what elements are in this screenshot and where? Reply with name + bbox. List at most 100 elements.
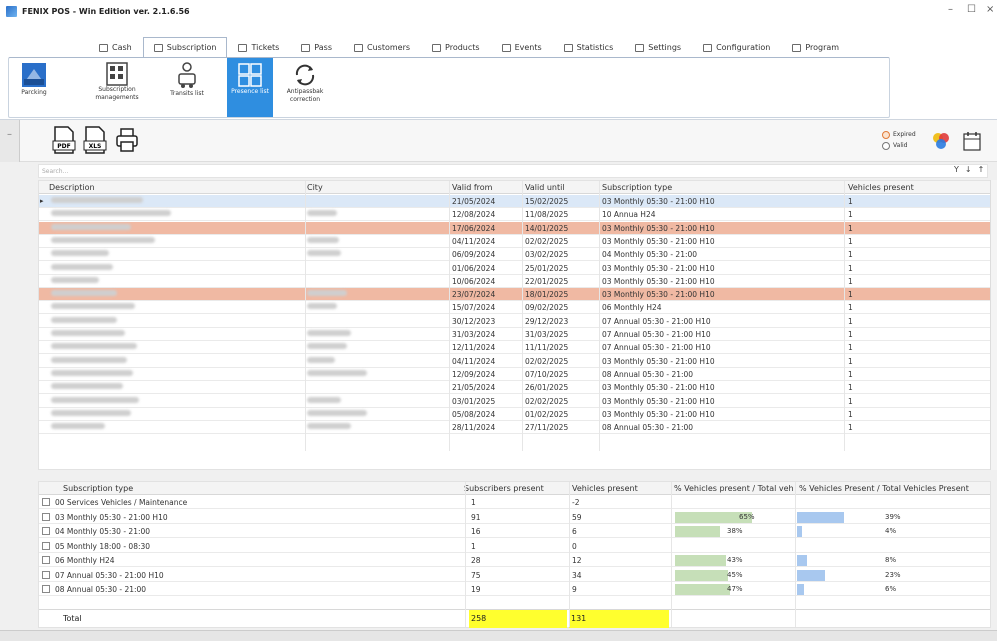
maximize-button[interactable]: ☐ (967, 4, 976, 15)
column-header[interactable]: % Vehicles present / Total veh (674, 484, 797, 493)
column-header[interactable]: Subscription type (602, 183, 672, 192)
subscription-management-button[interactable]: Subscription managements (91, 58, 143, 117)
table-row[interactable]: 28/11/2024 27/11/2025 08 Annual 05:30 - 21… (39, 421, 990, 435)
table-row[interactable]: 15/07/2024 09/02/2025 06 Monthly H24 1 (39, 301, 990, 315)
row-checkbox[interactable] (42, 541, 50, 550)
subscribers-present-cell: 28 (471, 556, 481, 565)
collapse-panel-button[interactable]: – (0, 120, 20, 162)
table-row[interactable]: 10/06/2024 22/01/2025 03 Monthly 05:30 - 2… (39, 275, 990, 288)
table-row[interactable]: 06/09/2024 03/02/2025 04 Monthly 05:30 - 2… (39, 248, 990, 262)
export-pdf-button[interactable]: PDF (52, 126, 76, 154)
vehicles-present-cell: -2 (572, 498, 580, 507)
table-row[interactable]: 05/08/2024 01/02/2025 03 Monthly 05:30 - 2… (39, 408, 990, 421)
summary-row[interactable]: 05 Monthly 18:00 - 08:30 1 0 (39, 540, 990, 553)
redacted-description (51, 223, 131, 230)
summary-row[interactable]: 03 Monthly 05:30 - 21:00 H10 91 59 65% 39% (39, 511, 990, 524)
table-row[interactable]: 04/11/2024 02/02/2025 03 Monthly 05:30 - 2… (39, 235, 990, 248)
row-checkbox[interactable] (42, 498, 50, 506)
expired-radio[interactable] (882, 130, 890, 139)
table-row[interactable]: 21/05/2024 26/01/2025 03 Monthly 05:30 - 2… (39, 381, 990, 395)
table-row[interactable]: ▸ 21/05/2024 15/02/2025 03 Monthly 05:30 - … (39, 195, 990, 208)
redacted-description (51, 383, 123, 390)
settings-icon (635, 43, 645, 52)
summary-row[interactable]: 06 Monthly H24 28 12 43% 8% (39, 554, 990, 567)
table-row[interactable]: 01/06/2024 25/01/2025 03 Monthly 05:30 - 2… (39, 262, 990, 275)
valid-label: Valid (893, 142, 908, 149)
tab-customers[interactable]: Customers (343, 37, 421, 57)
vehicles-present-cell: 1 (848, 409, 853, 419)
presence-list-button[interactable]: Presence list (227, 58, 273, 117)
tab-subscription[interactable]: Subscription (142, 37, 228, 57)
column-header[interactable]: City (307, 183, 323, 192)
arrow-up-icon[interactable]: ↑ (978, 165, 991, 174)
vehicles-present-cell: 1 (848, 276, 853, 286)
tab-program[interactable]: Program (781, 37, 850, 57)
table-row[interactable]: 31/03/2024 31/03/2025 07 Annual 05:30 - 21… (39, 328, 990, 341)
table-row[interactable]: 17/06/2024 14/01/2025 03 Monthly 05:30 - 2… (39, 221, 990, 235)
table-row[interactable]: 12/08/2024 11/08/2025 10 Annua H24 1 (39, 208, 990, 222)
transits-list-button[interactable]: Transits list (161, 58, 213, 117)
vehicles-present-cell: 1 (848, 263, 853, 273)
valid-from-cell: 23/07/2024 (452, 290, 496, 300)
column-header[interactable]: Subscription type (63, 484, 133, 493)
column-header[interactable]: Subscribers present (464, 484, 544, 493)
subscription-type-cell: 07 Annual 05:30 - 21:00 H10 (602, 343, 711, 353)
table-row[interactable]: 23/07/2024 18/01/2025 03 Monthly 05:30 - 2… (39, 288, 990, 302)
subscription-type-cell: 06 Monthly H24 (602, 303, 662, 313)
search-input[interactable]: Search... (38, 164, 988, 178)
table-row[interactable]: 04/11/2024 02/02/2025 03 Monthly 05:30 - 2… (39, 355, 990, 368)
valid-until-cell: 14/01/2025 (525, 223, 569, 233)
antipassback-correction-button[interactable]: Antipassbak correction (277, 58, 333, 117)
redacted-city (307, 290, 347, 297)
tab-statistics[interactable]: Statistics (553, 37, 625, 57)
redacted-description (51, 210, 171, 217)
row-checkbox[interactable] (42, 527, 50, 535)
tab-cash[interactable]: Cash (88, 37, 143, 57)
table-row[interactable]: 03/01/2025 02/02/2025 03 Monthly 05:30 - 2… (39, 395, 990, 408)
table-row[interactable]: 12/09/2024 07/10/2025 08 Annual 05:30 - 21… (39, 368, 990, 381)
xls-icon: XLS (83, 126, 107, 154)
vertical-scrollbar[interactable] (990, 180, 997, 470)
row-checkbox[interactable] (42, 570, 50, 579)
refresh-icon (295, 64, 315, 86)
color-button[interactable] (930, 130, 954, 158)
vehicles-share-value: 6% (885, 585, 897, 593)
tab-events[interactable]: Events (491, 37, 553, 57)
expired-option[interactable]: Expired (882, 129, 916, 140)
export-xls-button[interactable]: XLS (83, 126, 107, 154)
summary-row[interactable]: 04 Monthly 05:30 - 21:00 16 6 38% 4% (39, 525, 990, 538)
row-checkbox[interactable] (42, 585, 50, 593)
column-divider (465, 482, 466, 627)
table-row[interactable]: 12/11/2024 11/11/2025 07 Annual 05:30 - 21… (39, 341, 990, 355)
print-button[interactable] (115, 126, 139, 154)
tab-configuration[interactable]: Configuration (692, 37, 781, 57)
valid-option[interactable]: Valid (882, 140, 916, 151)
filter-icon[interactable]: Y (954, 165, 965, 174)
close-button[interactable]: × (986, 4, 994, 15)
arrow-down-icon[interactable]: ↓ (965, 165, 978, 174)
column-divider (671, 482, 672, 627)
column-header[interactable]: Vehicles present (572, 484, 638, 493)
tab-settings[interactable]: Settings (624, 37, 692, 57)
column-header[interactable]: Description (49, 183, 95, 192)
summary-row[interactable]: 08 Annual 05:30 - 21:00 19 9 47% 6% (39, 583, 990, 596)
row-checkbox[interactable] (42, 512, 50, 521)
column-header[interactable]: Valid until (525, 183, 565, 192)
column-header[interactable]: % Vehicles Present / Total Vehicles Pres… (799, 484, 969, 493)
row-checkbox[interactable] (42, 556, 50, 564)
events-icon (501, 43, 511, 52)
tab-tickets[interactable]: Tickets (227, 37, 290, 57)
tab-pass[interactable]: Pass (290, 37, 343, 57)
subscription-type-cell: 03 Monthly 05:30 - 21:00 H10 (602, 409, 715, 419)
calendar-button[interactable] (962, 130, 986, 158)
column-header[interactable]: Valid from (452, 183, 492, 192)
summary-row[interactable]: 07 Annual 05:30 - 21:00 H10 75 34 45% 23% (39, 569, 990, 582)
column-header[interactable]: Vehicles present (848, 183, 914, 192)
minimize-button[interactable]: – (948, 4, 953, 15)
toolbar: PDF XLS Expired Valid (20, 120, 997, 162)
tab-products[interactable]: Products (421, 37, 491, 57)
vehicles-present-cell: 1 (848, 236, 853, 246)
table-row[interactable]: 30/12/2023 29/12/2023 07 Annual 05:30 - 21… (39, 315, 990, 328)
summary-row[interactable]: 00 Services Vehicles / Maintenance 1 -2 (39, 496, 990, 509)
valid-radio[interactable] (882, 141, 890, 150)
